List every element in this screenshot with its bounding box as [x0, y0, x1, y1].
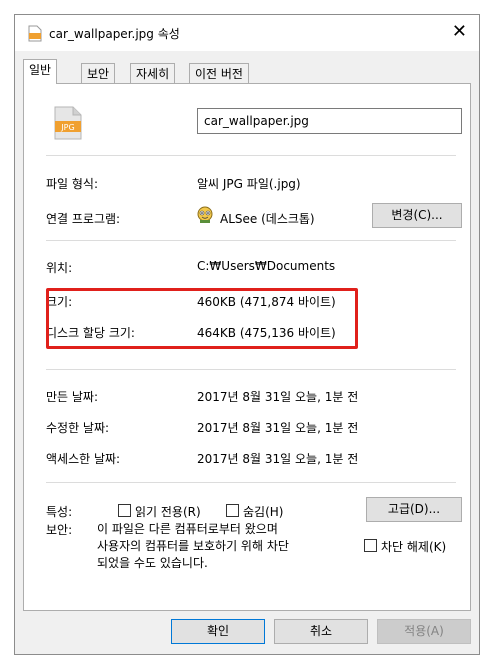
jpg-icon-label: JPG	[60, 123, 74, 132]
hidden-label[interactable]: 숨김(H)	[243, 503, 283, 520]
opens-with-label: 연결 프로그램:	[46, 212, 121, 226]
created-label: 만든 날짜:	[46, 390, 99, 404]
tab-general[interactable]: 일반	[23, 59, 58, 84]
divider	[46, 369, 456, 370]
opens-with-value: ALSee (데스크톱)	[220, 212, 315, 226]
properties-dialog: car_wallpaper.jpg 속성 ✕ 일반 보안 자세히 이전 버전 J…	[14, 14, 480, 655]
general-tab-panel: JPG car_wallpaper.jpg 파일 형식: 알씨 JPG 파일(.…	[23, 83, 471, 611]
filename-input[interactable]: car_wallpaper.jpg	[197, 108, 462, 134]
security-warning-text: 이 파일은 다른 컴퓨터로부터 왔으며 사용자의 컴퓨터를 보호하기 위해 차단…	[97, 522, 289, 570]
security-label: 보안:	[46, 523, 73, 537]
created-value: 2017년 8월 31일 오늘, 1분 전	[197, 390, 359, 404]
divider	[46, 155, 456, 156]
change-button[interactable]: 변경(C)...	[372, 203, 462, 228]
divider	[46, 482, 456, 483]
readonly-label[interactable]: 읽기 전용(R)	[135, 503, 201, 520]
close-icon[interactable]: ✕	[452, 21, 467, 43]
location-value: C:₩Users₩Documents	[197, 259, 336, 273]
size-highlight-box	[46, 288, 358, 349]
ok-button[interactable]: 확인	[171, 619, 265, 644]
advanced-button[interactable]: 고급(D)...	[366, 497, 462, 522]
file-type-label: 파일 형식:	[46, 177, 99, 191]
apply-button[interactable]: 적용(A)	[377, 619, 471, 644]
cancel-button[interactable]: 취소	[274, 619, 368, 644]
jpg-file-icon	[28, 25, 42, 42]
tab-security[interactable]: 보안	[81, 63, 116, 83]
readonly-checkbox[interactable]	[118, 504, 131, 517]
tab-details[interactable]: 자세히	[130, 63, 176, 83]
file-type-value: 알씨 JPG 파일(.jpg)	[197, 177, 301, 191]
window-title: car_wallpaper.jpg 속성	[49, 27, 180, 41]
attributes-label: 특성:	[46, 505, 73, 519]
accessed-label: 액세스한 날짜:	[46, 452, 121, 466]
location-label: 위치:	[46, 261, 73, 275]
hidden-checkbox[interactable]	[226, 504, 239, 517]
modified-value: 2017년 8월 31일 오늘, 1분 전	[197, 421, 359, 435]
jpg-large-file-icon: JPG	[54, 106, 82, 140]
modified-label: 수정한 날짜:	[46, 421, 110, 435]
title-bar[interactable]: car_wallpaper.jpg 속성 ✕	[15, 15, 479, 51]
unblock-checkbox[interactable]	[364, 539, 377, 552]
unblock-label[interactable]: 차단 해제(K)	[381, 538, 446, 555]
tab-previous-versions[interactable]: 이전 버전	[189, 63, 249, 83]
divider	[46, 240, 456, 241]
accessed-value: 2017년 8월 31일 오늘, 1분 전	[197, 452, 359, 466]
alsee-app-icon	[197, 206, 213, 223]
